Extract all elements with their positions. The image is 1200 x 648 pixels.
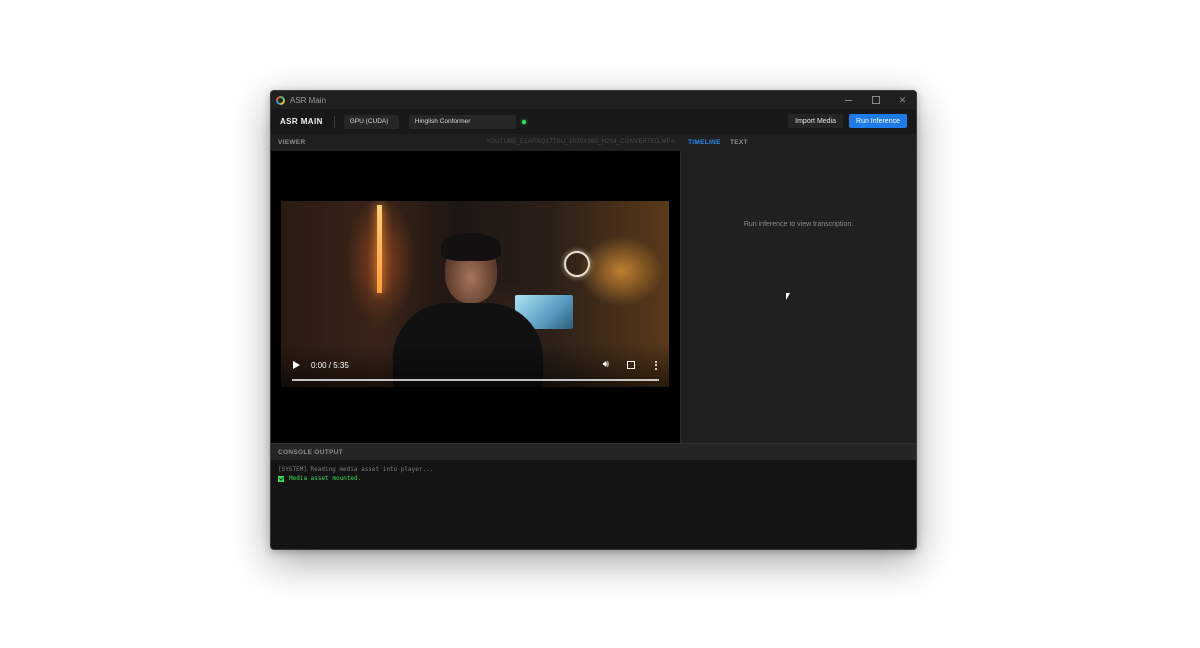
console-line: Media asset mounted.: [278, 474, 909, 483]
seek-bar[interactable]: [292, 379, 659, 381]
model-selector-value: Hinglish Conformer: [414, 118, 471, 125]
minimize-icon: [845, 99, 852, 101]
device-selector[interactable]: GPU (CUDA): [343, 114, 399, 129]
video-player[interactable]: 0:00 / 5:35 🔊︎: [281, 201, 669, 387]
video-frame-ring-light: [564, 251, 590, 277]
minimize-button[interactable]: [835, 91, 862, 109]
toolbar: ASR MAIN GPU (CUDA) Hinglish Conformer I…: [271, 109, 916, 134]
import-media-button[interactable]: Import Media: [788, 114, 844, 128]
close-button[interactable]: ✕: [889, 91, 916, 109]
play-icon[interactable]: [293, 361, 300, 369]
title-bar: ASR Main ✕: [271, 91, 916, 109]
maximize-button[interactable]: [862, 91, 889, 109]
transcription-empty-message: Run inference to view transcription.: [743, 221, 854, 228]
maximize-icon: [871, 96, 880, 104]
close-icon: ✕: [898, 94, 907, 105]
mouse-cursor-icon: [786, 293, 790, 300]
toolbar-divider: [333, 115, 335, 128]
model-status-indicator: [521, 119, 526, 124]
window-title: ASR Main: [290, 95, 327, 105]
tab-text[interactable]: TEXT: [730, 139, 748, 146]
fullscreen-icon[interactable]: [627, 361, 635, 369]
check-icon: [278, 475, 284, 482]
more-options-icon[interactable]: [655, 360, 657, 370]
video-controls: 0:00 / 5:35 🔊︎: [293, 357, 657, 373]
media-file-name: YOUTUBE_E1ARNQ17TSU_1920X960_H264_CONVER…: [486, 139, 675, 145]
app-brand: ASR MAIN: [280, 117, 323, 126]
volume-icon[interactable]: 🔊︎: [603, 360, 609, 370]
media-viewer: 0:00 / 5:35 🔊︎: [271, 151, 680, 443]
app-window: ASR Main ✕ ASR MAIN GPU (CUDA) Hinglish …: [270, 90, 917, 550]
console-header: CONSOLE OUTPUT: [271, 443, 916, 461]
console-output: [SYSTEM] Reading media asset into player…: [271, 460, 916, 549]
console-line-text: Media asset mounted.: [289, 475, 362, 482]
console-line: [SYSTEM] Reading media asset into player…: [278, 466, 434, 473]
app-logo-icon: [276, 95, 285, 105]
playback-time: 0:00 / 5:35: [311, 360, 349, 370]
console-label: CONSOLE OUTPUT: [278, 449, 343, 456]
toolbar-actions: Import Media Run Inference: [788, 114, 907, 128]
tab-timeline[interactable]: TIMELINE: [688, 139, 721, 146]
model-selector[interactable]: Hinglish Conformer: [408, 114, 516, 129]
transcription-panel: Run inference to view transcription.: [680, 151, 916, 443]
run-inference-button[interactable]: Run Inference: [849, 114, 907, 128]
section-header-bar: VIEWER YOUTUBE_E1ARNQ17TSU_1920X960_H264…: [271, 134, 916, 152]
device-selector-value: GPU (CUDA): [349, 118, 389, 125]
video-controls-right: 🔊︎: [603, 360, 657, 370]
video-frame-content: [377, 205, 382, 293]
viewer-label: VIEWER: [278, 139, 306, 146]
window-controls: ✕: [835, 91, 916, 109]
